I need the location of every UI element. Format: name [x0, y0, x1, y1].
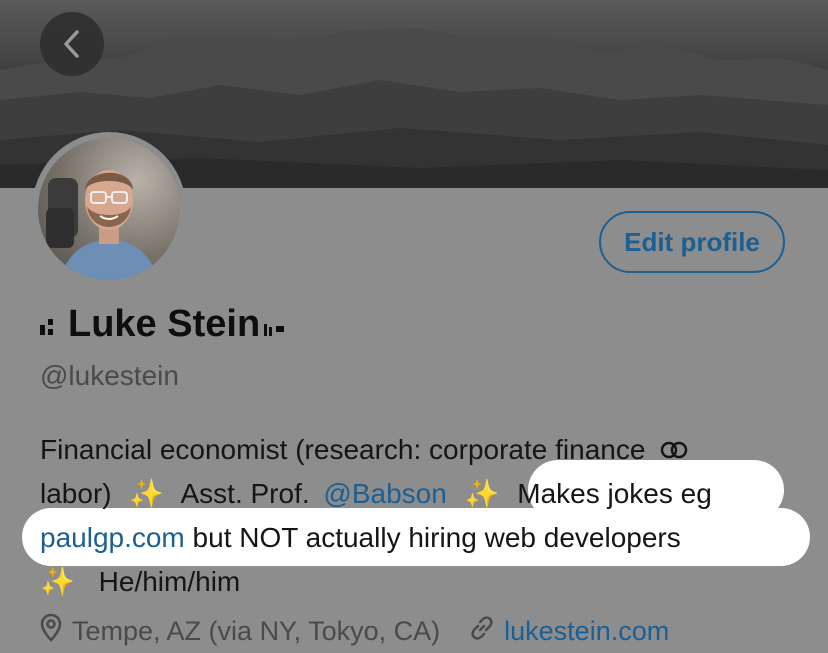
- profile-meta: Tempe, AZ (via NY, Tokyo, CA) lukestein.…: [40, 613, 669, 650]
- bio-text: but NOT actually hiring web developers: [192, 522, 681, 553]
- bio-line-4: ✨ He/him/him: [40, 560, 240, 604]
- link-chain-icon: [468, 614, 496, 649]
- back-arrow-icon: [64, 30, 79, 58]
- bio-line-1: Financial economist (research: corporate…: [40, 428, 689, 474]
- bio-line-3: paulgp.com but NOT actually hiring web d…: [40, 516, 681, 560]
- babson-mention-link[interactable]: @Babson: [323, 478, 446, 509]
- sparkle-icon: ✨: [40, 566, 75, 597]
- website-link[interactable]: lukestein.com: [504, 616, 669, 647]
- signal-bars-icon: [40, 313, 62, 337]
- signal-bars-icon: [264, 314, 288, 336]
- bio-line-2: labor) ✨ Asst. Prof. @Babson ✨ Makes jok…: [40, 472, 712, 516]
- handle: @lukestein: [40, 360, 179, 391]
- sparkle-icon: ✨: [129, 478, 165, 509]
- bio-text: Asst. Prof.: [180, 478, 310, 509]
- link-chain-icon: [659, 430, 689, 474]
- display-name: Luke Stein: [40, 303, 288, 346]
- back-button[interactable]: [40, 12, 104, 76]
- bio-text: Financial economist (research: corporate…: [40, 434, 646, 465]
- avatar[interactable]: [32, 132, 186, 286]
- location-text: Tempe, AZ (via NY, Tokyo, CA): [72, 616, 441, 646]
- bio-text: Makes jokes eg: [517, 478, 712, 509]
- bio-text: labor): [40, 478, 112, 509]
- bio-text: He/him/him: [98, 566, 241, 597]
- edit-profile-button[interactable]: Edit profile: [599, 211, 785, 273]
- avatar-image: [38, 138, 180, 280]
- sparkle-icon: ✨: [464, 478, 500, 509]
- display-name-text: Luke Stein: [68, 303, 261, 345]
- paulgp-link[interactable]: paulgp.com: [40, 522, 185, 553]
- location-pin-icon: [40, 613, 62, 650]
